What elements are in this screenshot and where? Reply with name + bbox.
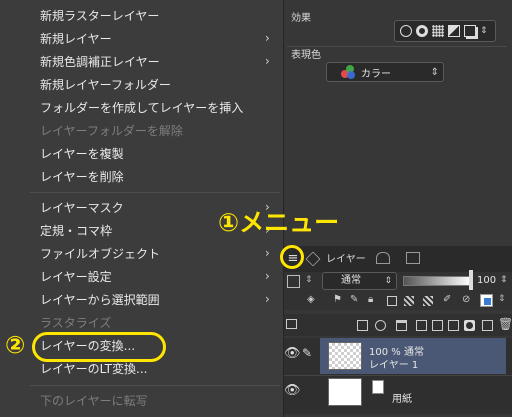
menu-item-ruler-frame[interactable]: 定規・コマ枠 — [40, 220, 112, 243]
trash-icon[interactable]: 🗑︎ — [498, 317, 512, 331]
tab-layer[interactable]: レイヤー — [326, 252, 366, 272]
new-vector-layer-icon[interactable] — [375, 320, 386, 331]
clip-icon[interactable]: ◈ — [307, 294, 315, 305]
expression-color-select[interactable]: カラー ⇕ — [326, 62, 444, 82]
annotation-menu-label: ①メニュー — [218, 208, 340, 237]
effect-border-icon[interactable] — [416, 25, 428, 37]
color-wheel-icon — [341, 65, 355, 79]
menu-item-release-folder: レイヤーフォルダーを解除 — [40, 124, 183, 138]
menu-item-file-object[interactable]: ファイルオブジェクト — [40, 243, 160, 266]
effect-selector[interactable]: ⇕ — [394, 20, 496, 42]
lock-icon[interactable]: 🔒︎ — [368, 294, 373, 305]
menu-separator — [30, 385, 280, 386]
effect-none-icon[interactable] — [400, 25, 412, 37]
layer-thumbnail — [328, 378, 362, 406]
eye-icon[interactable]: 👁︎ — [284, 346, 301, 361]
combine-down-icon[interactable] — [432, 320, 443, 331]
chevron-updown-icon: ⇕ — [500, 275, 508, 285]
chevron-updown-icon: ⇕ — [384, 276, 392, 286]
layer-property-icon[interactable] — [286, 319, 297, 329]
expression-color-label: 表現色 — [291, 50, 321, 61]
pencil-icon: ✎ — [302, 346, 313, 360]
chevron-right-icon: › — [265, 269, 270, 283]
chevron-updown-icon: ⇕ — [480, 26, 488, 36]
opacity-slider-handle[interactable] — [469, 270, 473, 290]
history-icon[interactable] — [376, 252, 390, 264]
chevron-right-icon: › — [265, 246, 270, 260]
effect-stack-icon[interactable] — [464, 25, 476, 37]
layer-row[interactable]: 👁︎ ✎ 100 % 通常 レイヤー 1 — [280, 338, 512, 376]
layer-name: 用紙 — [392, 394, 412, 405]
lock-transparency-icon[interactable] — [387, 296, 397, 306]
menu-item-transfer-to-lower: 下のレイヤーに転写 — [40, 394, 148, 408]
menu-item-layer-settings[interactable]: レイヤー設定 — [40, 266, 112, 289]
layer-row[interactable]: 👁︎ 用紙 — [280, 375, 512, 414]
chevron-updown-icon: ⇕ — [430, 66, 439, 78]
effect-color-icon[interactable] — [448, 25, 460, 37]
menu-item-new-layer[interactable]: 新規レイヤー — [40, 28, 112, 51]
reference-icon[interactable]: ⚑ — [333, 294, 342, 305]
palette-color-icon[interactable]: ⊘ — [462, 294, 470, 305]
blend-mode-select[interactable]: 通常 ⇕ — [322, 272, 397, 290]
annotation-convert-oval — [32, 332, 166, 362]
annotation-step2-label: ② — [5, 331, 26, 359]
blend-mode-value: 通常 — [341, 275, 361, 286]
menu-item-new-layer-folder[interactable]: 新規レイヤーフォルダー — [40, 74, 171, 97]
menu-item-new-correction-layer[interactable]: 新規色調補正レイヤー — [40, 51, 160, 74]
transfer-down-icon[interactable] — [416, 320, 427, 331]
navigator-icon[interactable] — [406, 252, 420, 264]
chevron-updown-icon: ⇕ — [498, 294, 506, 304]
menu-separator — [30, 192, 280, 193]
layer-color-swatch[interactable] — [480, 294, 493, 307]
new-raster-layer-icon[interactable] — [357, 320, 368, 331]
mask-show-icon[interactable] — [423, 296, 433, 306]
draft-icon[interactable]: ✎ — [350, 294, 358, 305]
annotation-menu-circle — [280, 245, 304, 269]
menu-item-new-raster-layer[interactable]: 新規ラスターレイヤー — [40, 5, 159, 28]
menu-item-delete-layer[interactable]: レイヤーを削除 — [40, 166, 124, 189]
chevron-right-icon: › — [265, 292, 270, 306]
menu-item-layer-mask[interactable]: レイヤーマスク — [40, 197, 124, 220]
layer-thumbnail — [328, 342, 362, 370]
eye-icon[interactable]: 👁︎ — [284, 383, 301, 398]
effect-tone-icon[interactable] — [432, 25, 444, 37]
new-folder-icon[interactable] — [396, 320, 407, 331]
ruler-icon[interactable]: ✐ — [443, 294, 451, 305]
menu-item-create-folder-insert[interactable]: フォルダーを作成してレイヤーを挿入 — [40, 97, 243, 120]
effect-label: 効果 — [291, 13, 311, 24]
layer-color-icon[interactable] — [287, 275, 300, 288]
paper-icon — [372, 380, 384, 394]
layer-name: レイヤー 1 — [369, 360, 419, 371]
mask-enable-icon[interactable] — [404, 296, 414, 306]
create-mask-icon[interactable] — [464, 320, 475, 331]
chevron-right-icon: › — [265, 31, 270, 45]
opacity-slider[interactable] — [403, 276, 471, 286]
chevron-right-icon: › — [265, 54, 270, 68]
chevron-updown-icon: ⇕ — [305, 275, 313, 285]
menu-item-duplicate-layer[interactable]: レイヤーを複製 — [40, 143, 124, 166]
apply-mask-icon[interactable] — [482, 320, 493, 331]
opacity-value[interactable]: 100 — [477, 275, 496, 286]
expression-color-value: カラー — [361, 68, 391, 80]
menu-item-selection-from-layer[interactable]: レイヤーから選択範囲 — [40, 289, 160, 312]
clip-layer-icon[interactable] — [448, 320, 459, 331]
